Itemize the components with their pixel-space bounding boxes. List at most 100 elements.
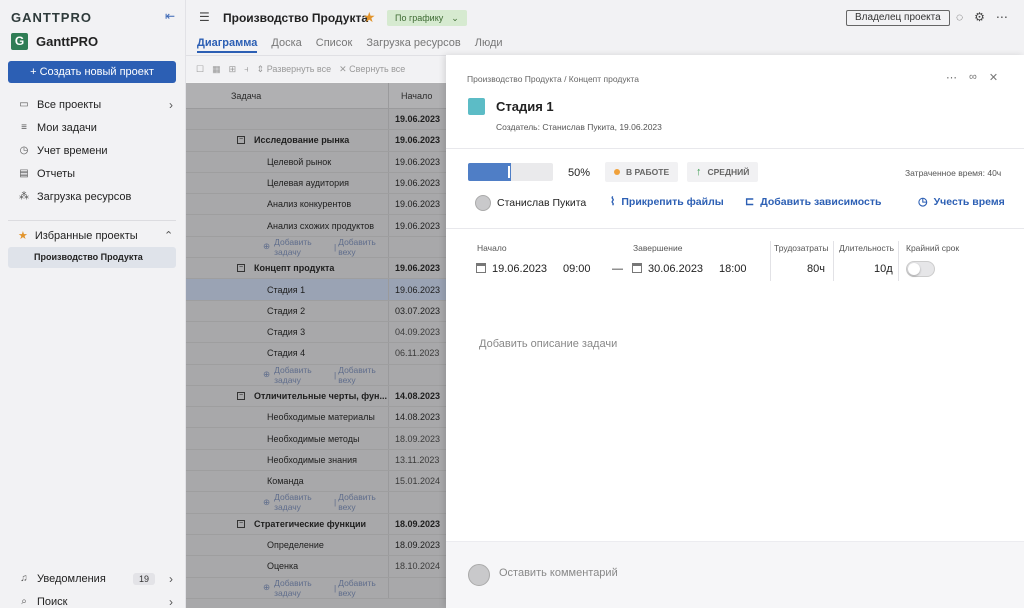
workspace-switcher[interactable]: G GanttPRO bbox=[11, 33, 98, 50]
end-time[interactable]: 18:00 bbox=[719, 263, 747, 275]
group-row[interactable]: − Отличительные черты, фун... 14.08.2023 bbox=[186, 385, 446, 408]
tab[interactable]: Доска bbox=[271, 37, 301, 53]
hierarchy-icon[interactable]: ⊞ bbox=[229, 64, 237, 75]
task-start-date: 18.09.2023 bbox=[395, 540, 441, 551]
paperclip-icon: ⌇ bbox=[610, 196, 616, 208]
collapse-group-icon[interactable]: − bbox=[237, 264, 245, 273]
more-icon[interactable]: ⋯ bbox=[996, 10, 1008, 24]
add-task-row[interactable]: ⊕ Добавить задачу | Добавить веху bbox=[186, 236, 446, 259]
workspace-name: GanttPRO bbox=[36, 34, 99, 49]
collapse-group-icon[interactable]: − bbox=[237, 392, 245, 400]
status-chip[interactable]: В РАБОТЕ bbox=[605, 162, 679, 182]
project-row[interactable]: 19.06.2023 bbox=[186, 109, 446, 131]
add-milestone-link[interactable]: Добавить веху bbox=[338, 492, 388, 512]
breadcrumb[interactable]: Производство Продукта / Концепт продукта bbox=[467, 74, 639, 84]
task-color-swatch[interactable] bbox=[468, 98, 485, 115]
sidebar-item[interactable]: ▤ Отчеты bbox=[0, 162, 186, 185]
indent-icon[interactable]: ⫞ bbox=[244, 64, 249, 75]
effort-value[interactable]: 80ч bbox=[807, 263, 825, 275]
add-task-link[interactable]: Добавить задачу bbox=[274, 365, 332, 385]
collapse-all-button[interactable]: ✕ Свернуть все bbox=[339, 64, 405, 75]
sidebar-item[interactable]: ▭ Все проекты › bbox=[0, 93, 186, 116]
task-row[interactable]: Стадия 4 06.11.2023 bbox=[186, 343, 446, 365]
task-row[interactable]: Стадия 3 04.09.2023 bbox=[186, 321, 446, 344]
tab[interactable]: Список bbox=[316, 37, 353, 53]
task-row[interactable]: Необходимые знания 13.11.2023 bbox=[186, 449, 446, 472]
task-name: Необходимые знания bbox=[267, 454, 357, 465]
add-milestone-link[interactable]: Добавить веху bbox=[338, 237, 388, 257]
add-milestone-link[interactable]: Добавить веху bbox=[338, 365, 388, 385]
group-row[interactable]: − Исследование рынка 19.06.2023 bbox=[186, 130, 446, 152]
column-header-start[interactable]: Начало bbox=[389, 83, 446, 108]
add-task-link[interactable]: Добавить задачу bbox=[274, 578, 332, 598]
duration-value[interactable]: 10д bbox=[874, 263, 893, 275]
task-row[interactable]: Команда 15.01.2024 bbox=[186, 471, 446, 493]
avatar bbox=[475, 195, 491, 211]
task-row[interactable]: Необходимые методы 18.09.2023 bbox=[186, 428, 446, 450]
collapse-group-icon[interactable]: − bbox=[237, 136, 245, 145]
add-dependency-button[interactable]: ⊏ Добавить зависимость bbox=[745, 195, 881, 209]
favorites-header[interactable]: ★ Избранные проекты ⌃ bbox=[18, 229, 173, 243]
comment-bar: Оставить комментарий bbox=[446, 541, 1024, 608]
start-time[interactable]: 09:00 bbox=[563, 263, 591, 275]
more-icon[interactable]: ⋯ bbox=[946, 71, 957, 84]
assignee[interactable]: Станислав Пукита bbox=[475, 195, 586, 211]
column-header-task[interactable]: Задача bbox=[186, 83, 389, 108]
add-task-row[interactable]: ⊕ Добавить задачу | Добавить веху bbox=[186, 364, 446, 386]
owner-role-button[interactable]: Владелец проекта bbox=[846, 10, 950, 26]
favorite-project-item[interactable]: Производство Продукта bbox=[8, 247, 176, 268]
group-row[interactable]: − Концепт продукта 19.06.2023 bbox=[186, 258, 446, 280]
add-task-row[interactable]: ⊕ Добавить задачу | Добавить веху bbox=[186, 577, 446, 599]
link-icon[interactable]: ∞ bbox=[969, 71, 977, 84]
progress-handle[interactable] bbox=[507, 166, 510, 178]
tab[interactable]: Загрузка ресурсов bbox=[366, 37, 460, 53]
project-status-select[interactable]: По графику ⌄ bbox=[387, 10, 467, 26]
collapse-sidebar-icon[interactable]: ⇤ bbox=[163, 9, 177, 23]
search-item[interactable]: ⌕ Поиск › bbox=[0, 590, 186, 608]
add-milestone-link[interactable]: Добавить веху bbox=[338, 578, 388, 598]
sidebar-item[interactable]: ⁂ Загрузка ресурсов bbox=[0, 185, 186, 208]
sidebar-item[interactable]: ≡ Мои задачи bbox=[0, 116, 186, 139]
task-row[interactable]: Определение 18.09.2023 bbox=[186, 534, 446, 557]
task-name: Исследование рынка bbox=[254, 135, 350, 146]
progress-fill bbox=[468, 163, 511, 181]
deadline-toggle[interactable] bbox=[906, 261, 935, 277]
task-row[interactable]: Стадия 2 03.07.2023 bbox=[186, 300, 446, 322]
collapse-group-icon[interactable]: − bbox=[237, 519, 245, 528]
group-row[interactable]: − Стратегические функции 18.09.2023 bbox=[186, 513, 446, 535]
task-row[interactable]: Целевой рынок 19.06.2023 bbox=[186, 151, 446, 173]
task-row[interactable]: Анализ схожих продуктов 19.06.2023 bbox=[186, 215, 446, 237]
chevron-up-icon: ⌃ bbox=[164, 230, 174, 242]
comment-input[interactable]: Оставить комментарий bbox=[499, 567, 618, 579]
close-icon[interactable]: ✕ bbox=[989, 71, 998, 84]
end-date-field[interactable]: 30.06.2023 bbox=[632, 263, 703, 275]
task-row[interactable]: Необходимые материалы 14.08.2023 bbox=[186, 407, 446, 429]
task-title[interactable]: Стадия 1 bbox=[496, 99, 554, 114]
tab[interactable]: Диаграмма bbox=[197, 37, 258, 53]
task-row[interactable]: Стадия 1 19.06.2023 bbox=[186, 279, 446, 301]
bell-icon: ♫ bbox=[20, 573, 28, 584]
expand-all-button[interactable]: ⇕ Развернуть все bbox=[257, 64, 331, 75]
priority-chip[interactable]: ↑ СРЕДНИЙ bbox=[687, 162, 759, 182]
notifications-item[interactable]: ♫ Уведомления 19 › bbox=[0, 567, 186, 590]
add-task-link[interactable]: Добавить задачу bbox=[274, 237, 332, 257]
project-title[interactable]: Производство Продукта bbox=[223, 11, 368, 25]
add-task-row[interactable]: ⊕ Добавить задачу | Добавить веху bbox=[186, 492, 446, 514]
chat-icon[interactable]: ◌ bbox=[956, 10, 963, 24]
sidebar-item[interactable]: ◷ Учет времени bbox=[0, 139, 186, 162]
favorite-star-icon[interactable]: ★ bbox=[363, 9, 376, 26]
tab[interactable]: Люди bbox=[475, 37, 503, 53]
task-row[interactable]: Оценка 18.10.2024 bbox=[186, 556, 446, 578]
task-row[interactable]: Целевая аудитория 19.06.2023 bbox=[186, 172, 446, 195]
task-row[interactable]: Анализ конкурентов 19.06.2023 bbox=[186, 194, 446, 216]
create-project-button[interactable]: + Создать новый проект bbox=[8, 61, 176, 83]
description-placeholder[interactable]: Добавить описание задачи bbox=[479, 338, 617, 350]
settings-icon[interactable]: ⚙ bbox=[974, 10, 985, 24]
calendar-icon[interactable]: ▦ bbox=[212, 64, 221, 75]
checkbox-icon[interactable]: ☐ bbox=[196, 64, 204, 75]
start-date-field[interactable]: 19.06.2023 bbox=[476, 263, 547, 275]
track-time-button[interactable]: ◷ Учесть время bbox=[918, 195, 1005, 209]
attach-files-button[interactable]: ⌇ Прикрепить файлы bbox=[610, 195, 724, 209]
progress-bar[interactable] bbox=[468, 163, 553, 181]
add-task-link[interactable]: Добавить задачу bbox=[274, 492, 332, 512]
